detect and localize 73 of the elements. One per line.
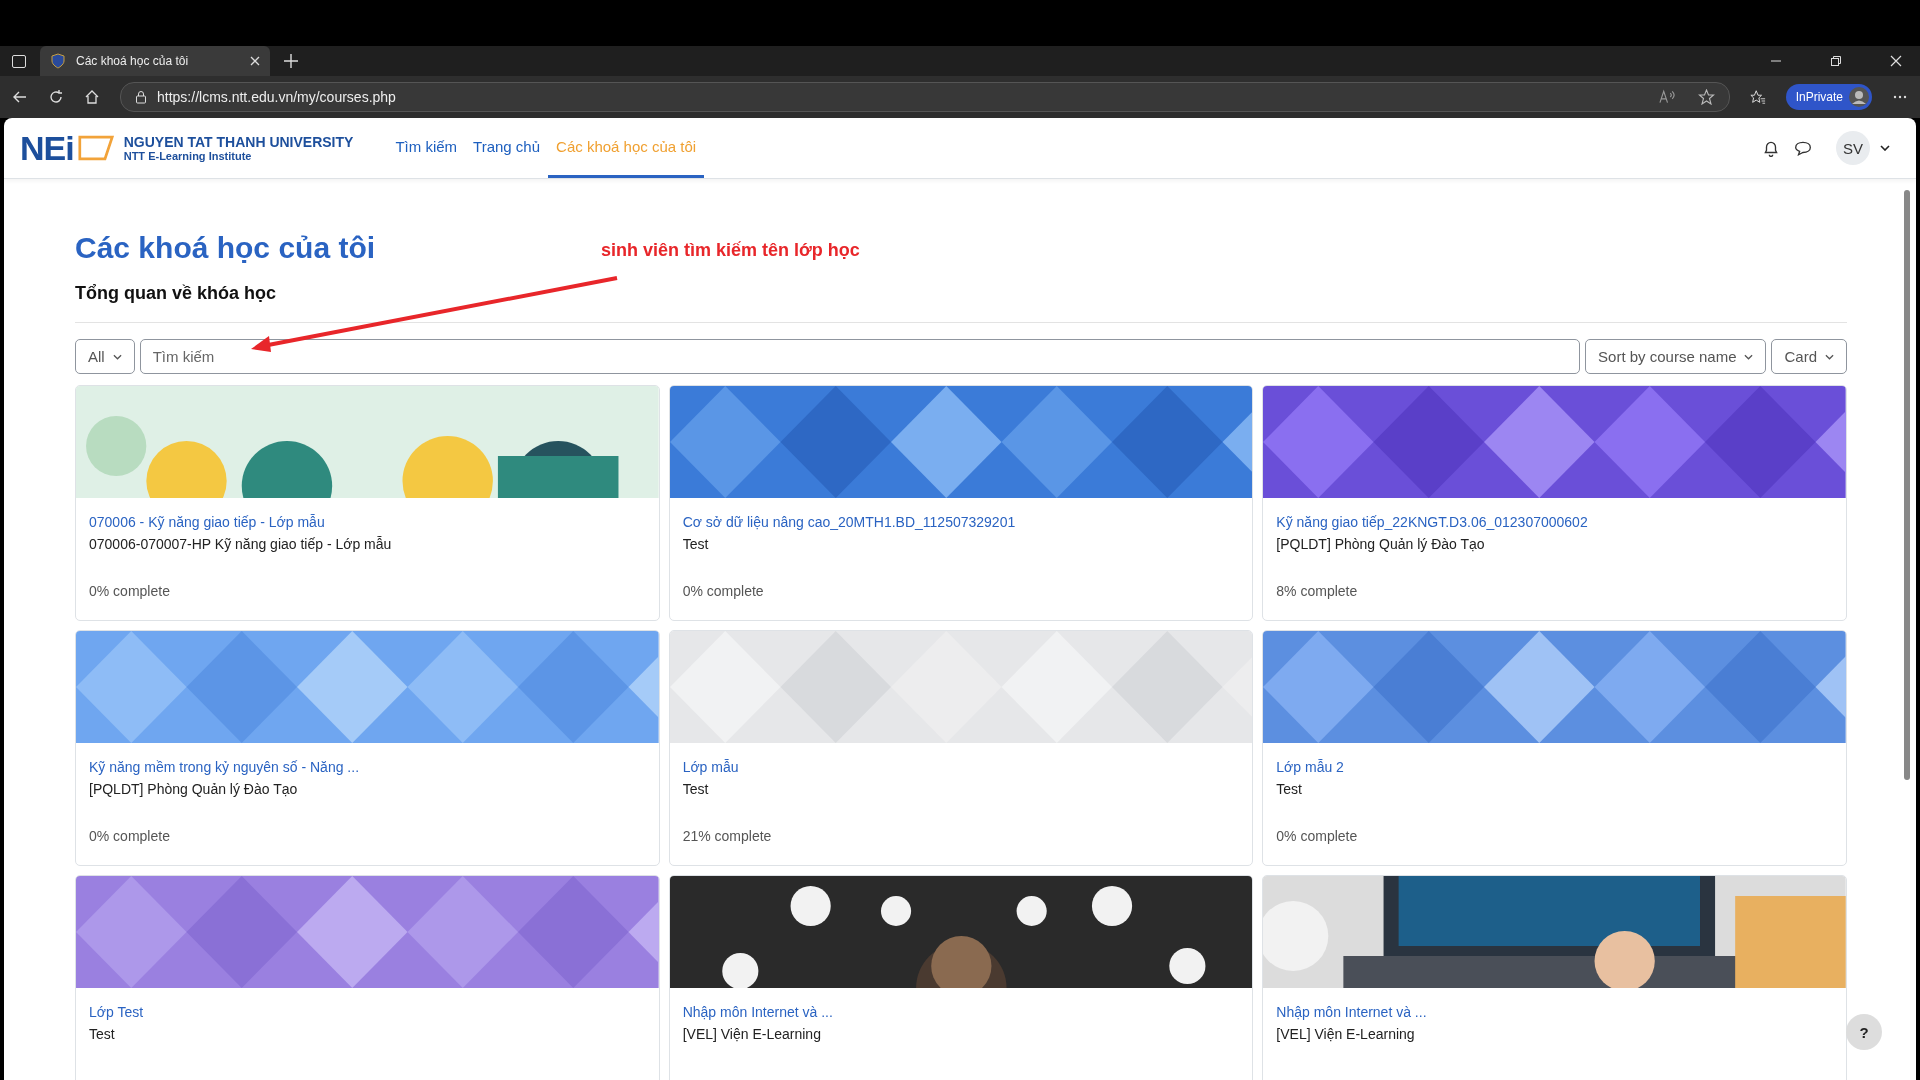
course-card[interactable]: Nhập môn Internet và ... [VEL] Viện E-Learning <box>668 875 1254 1080</box>
course-card[interactable]: Kỹ năng mềm trong kỷ nguyên số - Năng ... [PQLDT] Phòng Quản lý Đào Tạo 0% complete <box>75 630 660 866</box>
progress-text: 0% complete <box>89 828 171 844</box>
grouping-dropdown[interactable]: All <box>75 339 135 374</box>
read-aloud-icon[interactable] <box>1658 89 1676 105</box>
course-link[interactable]: Lớp Test <box>89 1004 646 1020</box>
course-card[interactable]: Cơ sở dữ liệu nâng cao_20MTH1.BD_112507329201 Test 0% complete <box>668 385 1254 621</box>
course-card[interactable]: Lớp Test Test <box>75 875 660 1080</box>
progress-text: 0% complete <box>682 583 765 599</box>
section-title: Tổng quan về khóa học <box>75 283 276 304</box>
course-category: [PQLDT] Phòng Quản lý Đào Tạo <box>1276 536 1486 552</box>
course-link[interactable]: Kỹ năng giao tiếp_22KNGT.D3.06_012307000602 <box>1276 514 1833 530</box>
course-category: [PQLDT] Phòng Quản lý Đào Tạo <box>89 781 299 797</box>
bell-icon[interactable] <box>1762 139 1780 157</box>
logo-mark: NEi <box>20 128 74 168</box>
course-link[interactable]: Nhập môn Internet và ... <box>1276 1004 1833 1020</box>
logo-frame-icon <box>77 134 114 162</box>
course-card[interactable]: Lớp mẫu 2 Test 0% complete <box>1262 630 1847 866</box>
course-category: Test <box>89 1026 116 1042</box>
caret-icon <box>1825 353 1834 360</box>
caret-icon <box>112 353 122 360</box>
course-card[interactable]: Lớp mẫu Test 21% complete <box>668 630 1254 866</box>
course-link[interactable]: Nhập môn Internet và ... <box>682 1004 1240 1020</box>
course-category: Test <box>1276 781 1303 797</box>
scrollbar-thumb[interactable] <box>1904 190 1910 780</box>
tab-title: Các khoá học của tôi <box>76 54 190 68</box>
shield-icon <box>50 53 66 69</box>
help-button[interactable]: ? <box>1846 1014 1882 1050</box>
home-icon[interactable] <box>84 89 100 105</box>
course-category: Test <box>682 781 710 797</box>
course-category: 070006-070007-HP Kỹ năng giao tiếp - Lớp mẫu <box>89 536 393 552</box>
tab-actions-icon[interactable] <box>12 54 26 68</box>
course-card[interactable]: Kỹ năng giao tiếp_22KNGT.D3.06_012307000602 [PQLDT] Phòng Quản lý Đào Tạo 8% complete <box>1262 385 1847 621</box>
nav-link[interactable]: Tìm kiếm <box>387 118 466 178</box>
avatar-icon <box>1849 87 1869 107</box>
inprivate-button[interactable]: InPrivate <box>1785 84 1872 110</box>
search-field[interactable]: Tìm kiếm <box>139 339 1581 374</box>
favorites-icon[interactable] <box>1749 89 1766 105</box>
course-category: [VEL] Viện E-Learning <box>682 1026 822 1042</box>
lock-icon <box>135 90 147 104</box>
chat-icon[interactable] <box>1794 139 1812 157</box>
browser-tab[interactable]: Các khoá học của tôi <box>40 46 270 76</box>
page-title: Các khoá học của tôi <box>75 231 376 265</box>
institute-name: NTT E-Learning Institute <box>123 150 253 162</box>
course-link[interactable]: Lớp mẫu 2 <box>1276 759 1833 775</box>
progress-text: 21% complete <box>682 828 773 844</box>
course-link[interactable]: Cơ sở dữ liệu nâng cao_20MTH1.BD_112507329201 <box>682 514 1240 530</box>
course-card[interactable]: Nhập môn Internet và ... [VEL] Viện E-Learning <box>1262 875 1847 1080</box>
refresh-icon[interactable] <box>48 89 64 105</box>
progress-text: 8% complete <box>1276 583 1359 599</box>
user-avatar[interactable]: SV <box>1836 131 1870 165</box>
progress-text: 0% complete <box>89 583 171 599</box>
annotation-text: sinh viên tìm kiếm tên lớp học <box>601 240 860 261</box>
close-icon[interactable] <box>1890 55 1902 67</box>
view-dropdown[interactable]: Card <box>1771 339 1847 374</box>
course-card[interactable]: 070006 - Kỹ năng giao tiếp - Lớp mẫu 070006-070007-HP Kỹ năng giao tiếp - Lớp mẫu 0% complete <box>75 385 660 621</box>
progress-text: 0% complete <box>1276 828 1359 844</box>
address-field[interactable]: https://lcms.ntt.edu.vn/my/courses.php <box>120 82 1730 112</box>
star-icon[interactable] <box>1697 89 1715 105</box>
nav-link[interactable]: Trang chủ <box>465 118 549 178</box>
new-tab-icon[interactable] <box>284 54 298 68</box>
course-category: [VEL] Viện E-Learning <box>1276 1026 1416 1042</box>
caret-icon <box>1744 353 1754 360</box>
caret-icon[interactable] <box>1880 145 1890 151</box>
course-link[interactable]: Kỹ năng mềm trong kỷ nguyên số - Năng ... <box>89 759 646 775</box>
back-icon[interactable] <box>12 89 28 105</box>
close-icon[interactable] <box>250 56 260 66</box>
course-link[interactable]: 070006 - Kỹ năng giao tiếp - Lớp mẫu <box>89 514 646 530</box>
course-link[interactable]: Lớp mẫu <box>682 759 1240 775</box>
sort-dropdown[interactable]: Sort by course name <box>1585 339 1767 374</box>
course-category: Test <box>682 536 710 552</box>
university-name: NGUYEN TAT THANH UNIVERSITY <box>123 133 354 151</box>
restore-icon[interactable] <box>1830 55 1842 67</box>
